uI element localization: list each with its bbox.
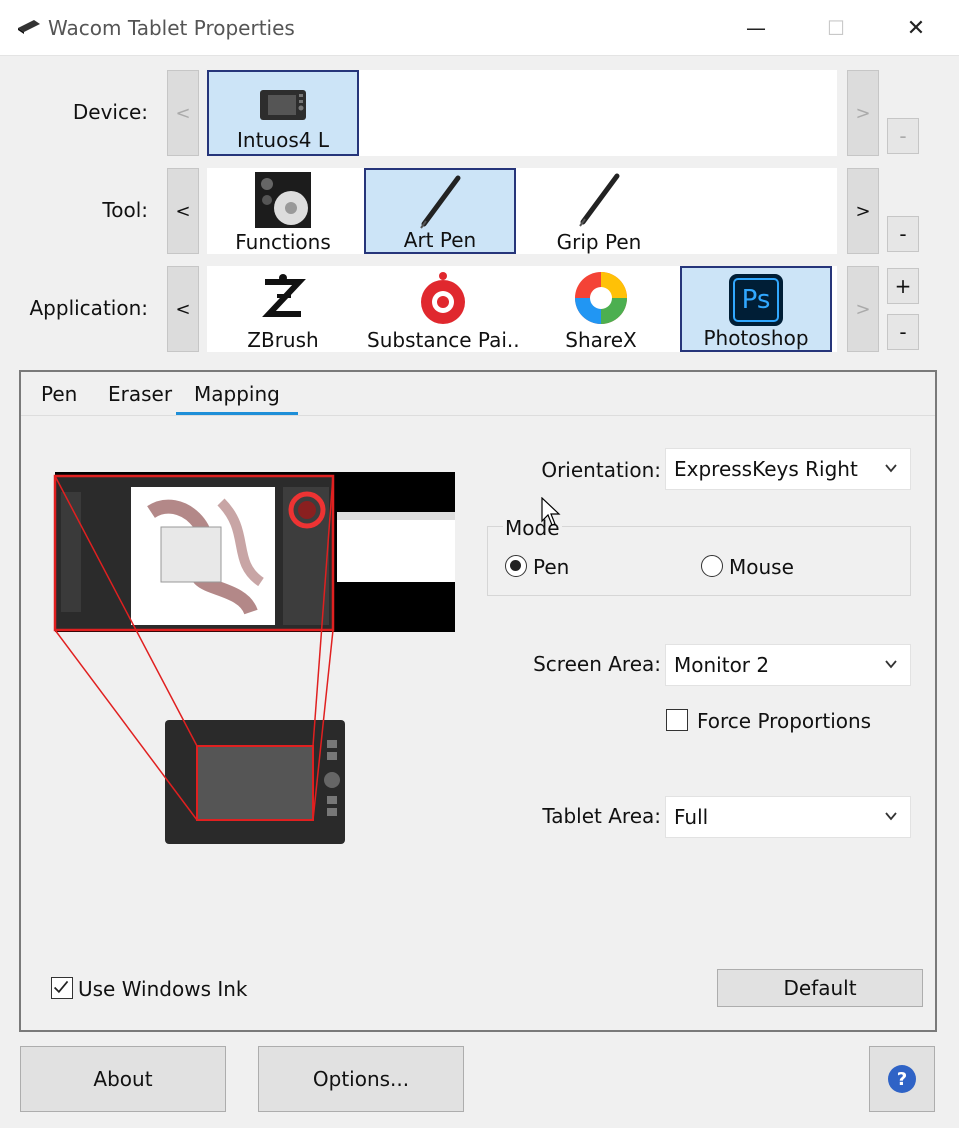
settings-panel: Pen Eraser Mapping Orientation: ExpressK… (19, 370, 937, 1032)
tool-item-label: Art Pen (403, 228, 477, 252)
sharex-icon (571, 270, 631, 326)
screen-area-value: Monitor 2 (674, 653, 770, 677)
maximize-button[interactable]: ☐ (796, 0, 876, 56)
options-button[interactable]: Options... (258, 1046, 464, 1112)
application-remove-button[interactable]: - (887, 314, 919, 350)
screen-area-dropdown[interactable]: Monitor 2 (665, 644, 911, 686)
tab-mapping[interactable]: Mapping (194, 382, 280, 406)
help-button[interactable]: ? (869, 1046, 935, 1112)
tool-item-art-pen[interactable]: Art Pen (364, 168, 516, 254)
tablet-icon (253, 76, 313, 132)
mode-pen-label: Pen (533, 555, 570, 579)
photoshop-icon-text: Ps (733, 278, 779, 322)
device-item-intuos4[interactable]: Intuos4 L (207, 70, 359, 156)
orientation-value: ExpressKeys Right (674, 457, 858, 481)
application-item-label: Photoshop (703, 326, 809, 350)
checkmark-icon (53, 980, 69, 994)
minimize-button[interactable]: — (716, 0, 796, 56)
tablet-area-value: Full (674, 805, 709, 829)
help-icon: ? (888, 1065, 916, 1093)
application-item-label: ZBrush (247, 328, 319, 352)
close-button[interactable]: ✕ (876, 0, 956, 56)
application-add-button[interactable]: + (887, 268, 919, 304)
tab-pen[interactable]: Pen (41, 382, 77, 406)
tab-eraser[interactable]: Eraser (108, 382, 172, 406)
photoshop-icon: Ps (726, 272, 786, 328)
device-item-label: Intuos4 L (237, 128, 329, 152)
mode-mouse-radio[interactable] (701, 555, 723, 577)
tablet-area-dropdown[interactable]: Full (665, 796, 911, 838)
tool-item-functions[interactable]: Functions (207, 168, 359, 254)
mouse-cursor-icon (541, 497, 561, 526)
device-next-button[interactable]: > (847, 70, 879, 156)
window-title: Wacom Tablet Properties (48, 16, 295, 40)
application-item-zbrush[interactable]: ZBrush (207, 266, 359, 352)
tool-next-button[interactable]: > (847, 168, 879, 254)
application-strip: ZBrush Substance Pai... ShareX Ps Photos… (207, 266, 837, 352)
chevron-down-icon (885, 660, 897, 669)
force-proportions-label: Force Proportions (697, 709, 872, 733)
tool-item-grip-pen[interactable]: Grip Pen (523, 168, 675, 254)
chevron-down-icon (885, 464, 897, 473)
device-label: Device: (72, 100, 148, 124)
application-item-label: Substance Pai... (367, 328, 519, 352)
tablet-app-icon (18, 20, 40, 34)
application-item-sharex[interactable]: ShareX (525, 266, 677, 352)
tool-item-label: Functions (235, 230, 331, 254)
orientation-label: Orientation: (541, 458, 661, 482)
zbrush-icon (253, 270, 313, 326)
title-bar: Wacom Tablet Properties — ☐ ✕ (0, 0, 959, 56)
use-windows-ink-checkbox[interactable] (51, 977, 73, 999)
tool-item-label: Grip Pen (556, 230, 642, 254)
application-label: Application: (29, 296, 149, 320)
use-windows-ink-label: Use Windows Ink (78, 977, 248, 1001)
tool-label: Tool: (102, 198, 148, 222)
pen-icon (410, 174, 470, 230)
device-prev-button[interactable]: < (167, 70, 199, 156)
substance-painter-icon (413, 270, 473, 326)
force-proportions-checkbox[interactable] (666, 709, 688, 731)
application-prev-button[interactable]: < (167, 266, 199, 352)
orientation-dropdown[interactable]: ExpressKeys Right (665, 448, 911, 490)
about-button[interactable]: About (20, 1046, 226, 1112)
mode-pen-radio[interactable] (505, 555, 527, 577)
tool-strip: Functions Art Pen Grip Pen (207, 168, 837, 254)
application-item-substance-painter[interactable]: Substance Pai... (367, 266, 519, 352)
device-remove-button[interactable]: - (887, 118, 919, 154)
mode-mouse-label: Mouse (729, 555, 794, 579)
active-tab-indicator (176, 412, 298, 415)
pen-icon (569, 172, 629, 228)
mapping-preview (53, 472, 455, 844)
tool-prev-button[interactable]: < (167, 168, 199, 254)
chevron-down-icon (885, 812, 897, 821)
device-strip: Intuos4 L (207, 70, 837, 156)
functions-icon (253, 172, 313, 228)
screen-area-label: Screen Area: (533, 652, 661, 676)
default-button[interactable]: Default (717, 969, 923, 1007)
tablet-area-label: Tablet Area: (542, 804, 661, 828)
application-next-button[interactable]: > (847, 266, 879, 352)
application-item-label: ShareX (565, 328, 637, 352)
tab-bar: Pen Eraser Mapping (21, 372, 935, 416)
help-icon-text: ? (896, 1068, 908, 1090)
tool-remove-button[interactable]: - (887, 216, 919, 252)
application-item-photoshop[interactable]: Ps Photoshop (680, 266, 832, 352)
